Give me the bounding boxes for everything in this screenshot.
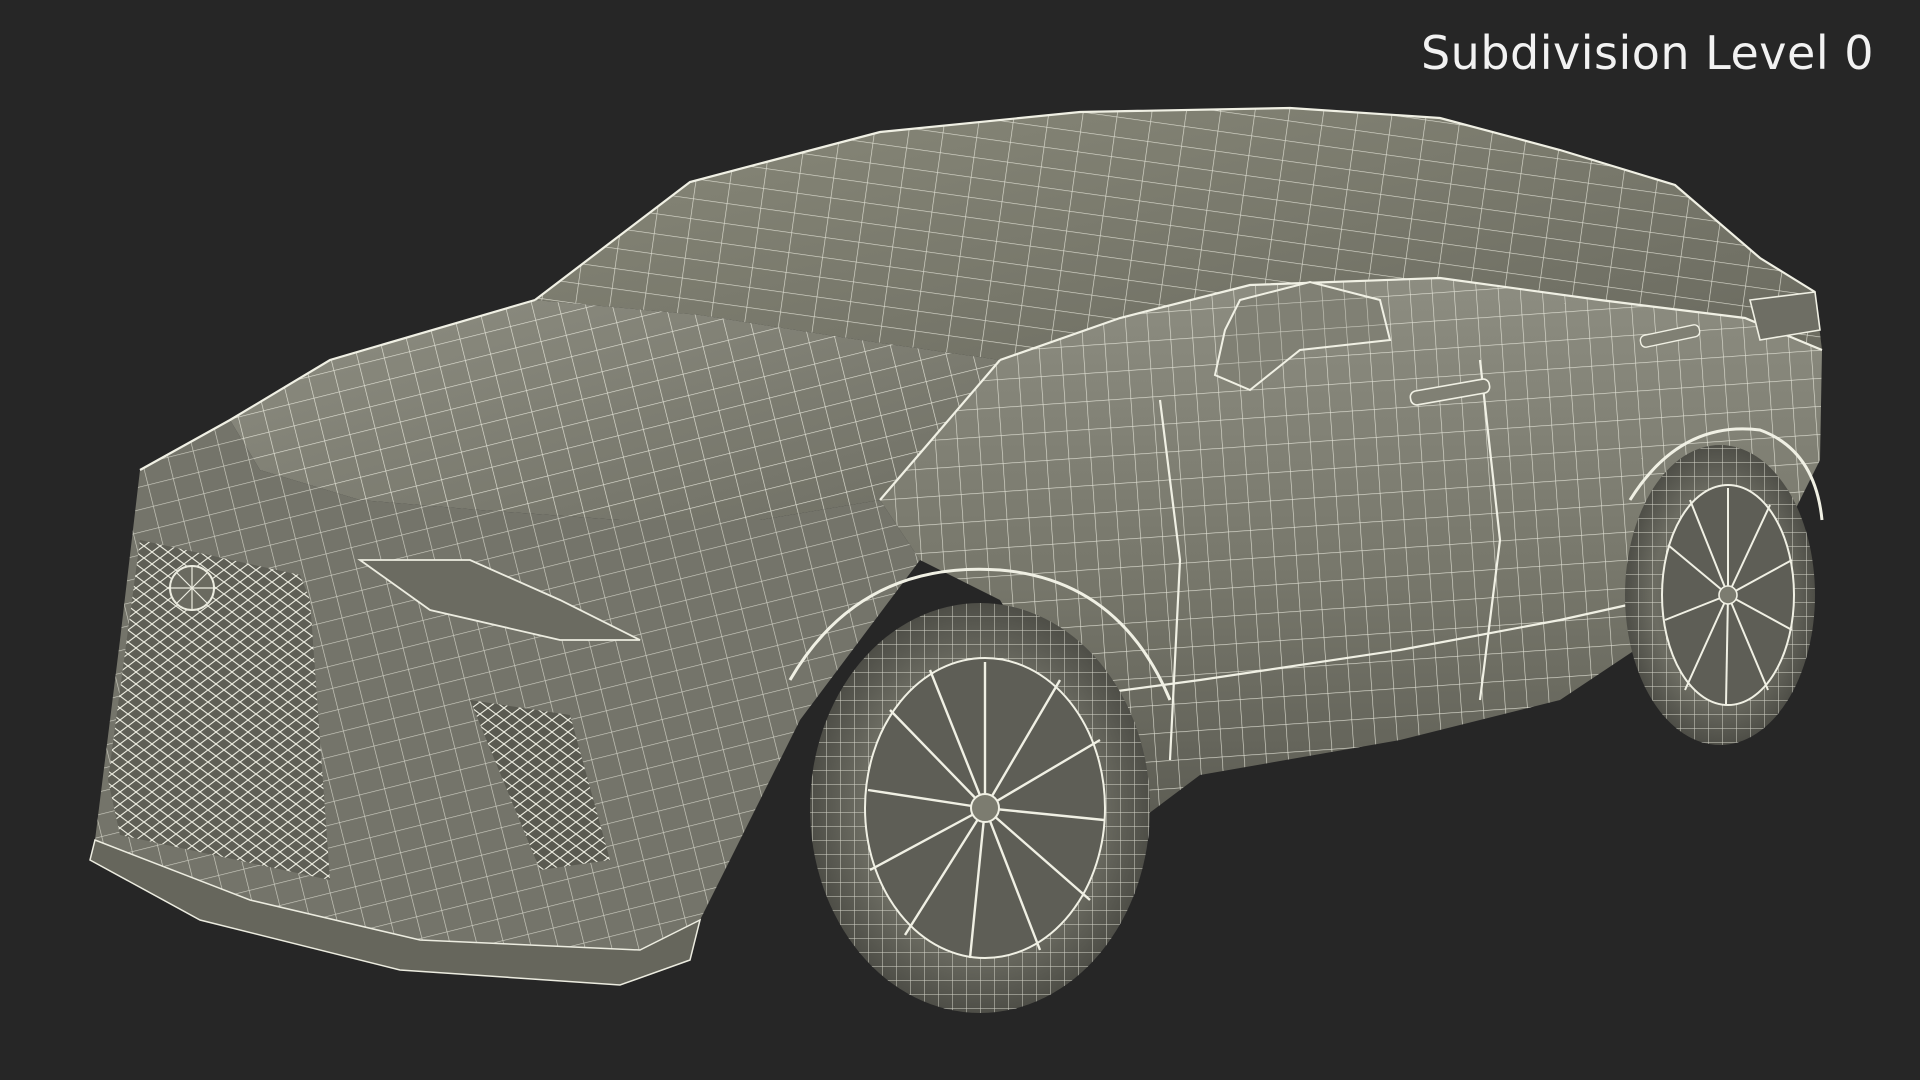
- subdivision-level-label: Subdivision Level 0: [1420, 26, 1874, 80]
- render-viewport: Subdivision Level 0: [0, 0, 1920, 1080]
- car-wireframe-render: [89, 106, 1824, 1013]
- front-wheel: [810, 603, 1150, 1013]
- rear-wheel: [1625, 445, 1815, 745]
